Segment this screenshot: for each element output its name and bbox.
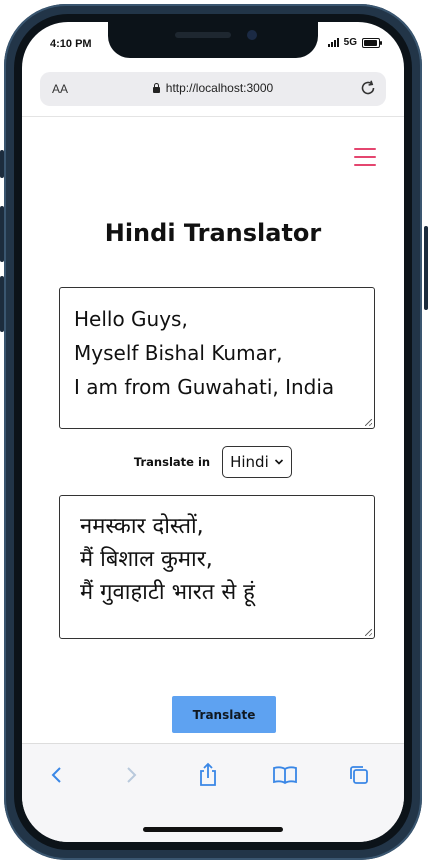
status-bar: 4:10 PM 5G — [22, 22, 404, 66]
menu-icon[interactable] — [354, 148, 376, 166]
selected-language: Hindi — [230, 453, 269, 471]
reload-icon[interactable] — [358, 78, 378, 102]
phone-bezel: 4:10 PM 5G AA http://localhost:3000 Hind… — [14, 14, 412, 850]
translated-line: मैं गुवाहाटी भारत से हूं — [80, 580, 255, 605]
translate-button[interactable]: Translate — [172, 696, 276, 733]
source-line: I am from Guwahati, India — [74, 375, 335, 399]
share-icon[interactable] — [193, 760, 223, 790]
back-icon[interactable] — [42, 760, 72, 790]
battery-icon — [362, 37, 382, 48]
url-display: http://localhost:3000 — [40, 81, 386, 95]
address-bar[interactable]: AA http://localhost:3000 — [40, 72, 386, 106]
browser-toolbar — [22, 743, 404, 842]
language-row: Translate in Hindi — [22, 446, 404, 478]
content-divider — [22, 116, 404, 117]
resize-handle[interactable] — [365, 629, 372, 636]
phone-screen: 4:10 PM 5G AA http://localhost:3000 Hind… — [22, 22, 404, 842]
page-title: Hindi Translator — [104, 219, 322, 247]
bookmarks-icon[interactable] — [270, 760, 300, 790]
signal-icon — [327, 38, 339, 47]
resize-handle[interactable] — [365, 419, 372, 426]
status-indicators: 5G — [327, 37, 382, 48]
translated-text-area[interactable]: नमस्कार दोस्तों, मैं बिशाल कुमार, मैं गु… — [59, 495, 375, 639]
phone-frame: 4:10 PM 5G AA http://localhost:3000 Hind… — [4, 4, 422, 860]
forward-icon[interactable] — [116, 760, 146, 790]
url-text: http://localhost:3000 — [165, 81, 274, 95]
source-line: Myself Bishal Kumar, — [74, 341, 283, 365]
network-label: 5G — [343, 37, 357, 48]
lock-icon — [152, 83, 160, 93]
tabs-icon[interactable] — [344, 760, 374, 790]
status-time: 4:10 PM — [50, 38, 92, 50]
language-select[interactable]: Hindi — [222, 446, 293, 478]
source-line: Hello Guys, — [74, 307, 188, 331]
home-indicator[interactable] — [143, 827, 283, 832]
translate-in-label: Translate in — [133, 455, 211, 469]
translated-line: नमस्कार दोस्तों, — [80, 514, 204, 539]
source-text-area[interactable]: Hello Guys, Myself Bishal Kumar, I am fr… — [59, 287, 375, 429]
phone-side-button-right — [424, 226, 428, 310]
translated-line: मैं बिशाल कुमार, — [80, 547, 213, 572]
chevron-down-icon — [275, 459, 284, 465]
